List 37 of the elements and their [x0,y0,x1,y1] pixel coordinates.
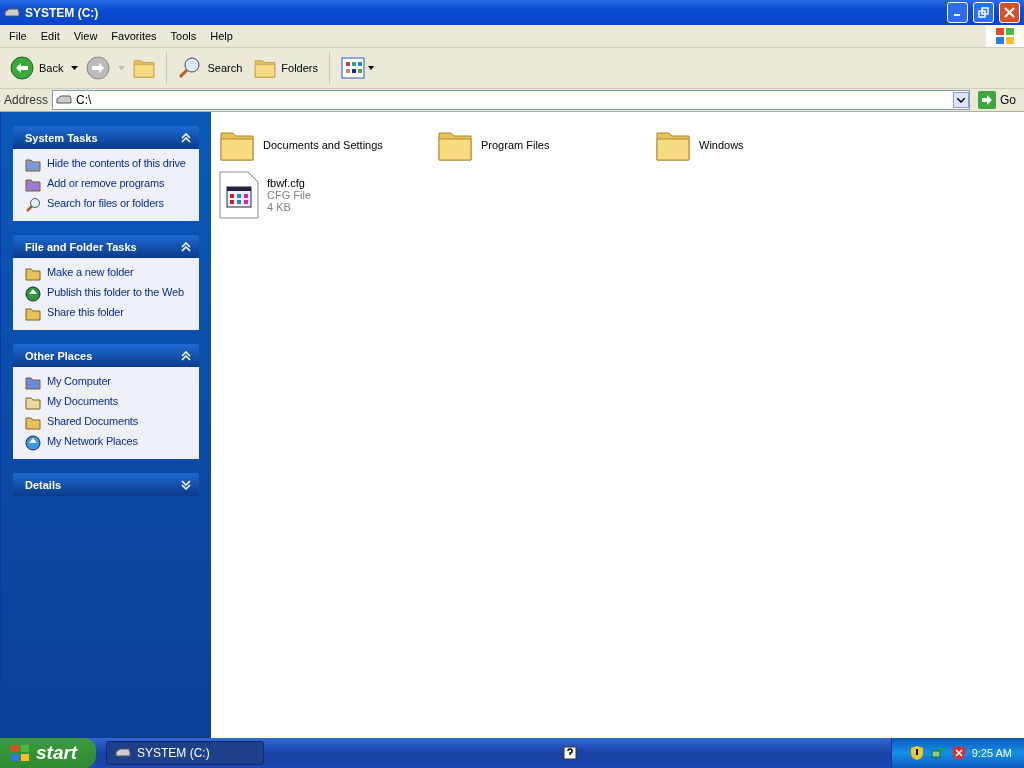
search-button[interactable]: Search [174,54,247,82]
menu-item[interactable]: Edit [33,28,67,44]
task-link[interactable]: Shared Documents [47,415,138,428]
clock: 9:25 AM [971,747,1012,759]
folders-button[interactable]: Folders [250,55,322,81]
address-label: Address [4,93,49,107]
section-header[interactable]: Other Places [13,344,199,367]
address-field[interactable]: C:\ [52,90,970,110]
menu-item[interactable]: View [66,28,105,44]
menu-item[interactable]: Tools [163,28,204,44]
go-button[interactable]: Go [974,91,1020,109]
task-link[interactable]: Add or remove programs [47,177,165,190]
window-title: SYSTEM (C:) [25,5,100,20]
task-link[interactable]: Share this folder [47,306,124,319]
menu-item[interactable]: Help [203,28,240,44]
section-header[interactable]: System Tasks [13,126,199,149]
task-link[interactable]: Search for files or folders [47,197,164,210]
start-button[interactable]: start [0,738,96,768]
section-header[interactable]: Details [13,473,199,496]
task-link[interactable]: My Documents [47,395,118,408]
task-link[interactable]: My Network Places [47,435,138,448]
folder-name[interactable]: Windows [699,139,744,151]
folder-name[interactable]: Program Files [481,139,550,151]
file-name[interactable]: fbwf.cfg [267,177,311,189]
menu-item[interactable]: Favorites [104,28,164,44]
task-link[interactable]: Publish this folder to the Web [47,286,184,299]
task-link[interactable]: Hide the contents of this drive [47,157,186,170]
task-link[interactable]: My Computer [47,375,111,388]
taskbar-window-button[interactable]: SYSTEM (C:) [106,741,264,765]
section-header[interactable]: File and Folder Tasks [13,235,199,258]
task-link[interactable]: Make a new folder [47,266,134,279]
back-button[interactable]: Back [6,54,68,82]
address-value: C:\ [76,93,92,107]
menu-item[interactable]: File [2,28,34,44]
file-size: 4 KB [267,201,292,213]
file-type: CFG File [267,189,311,201]
folder-name[interactable]: Documents and Settings [263,139,383,151]
